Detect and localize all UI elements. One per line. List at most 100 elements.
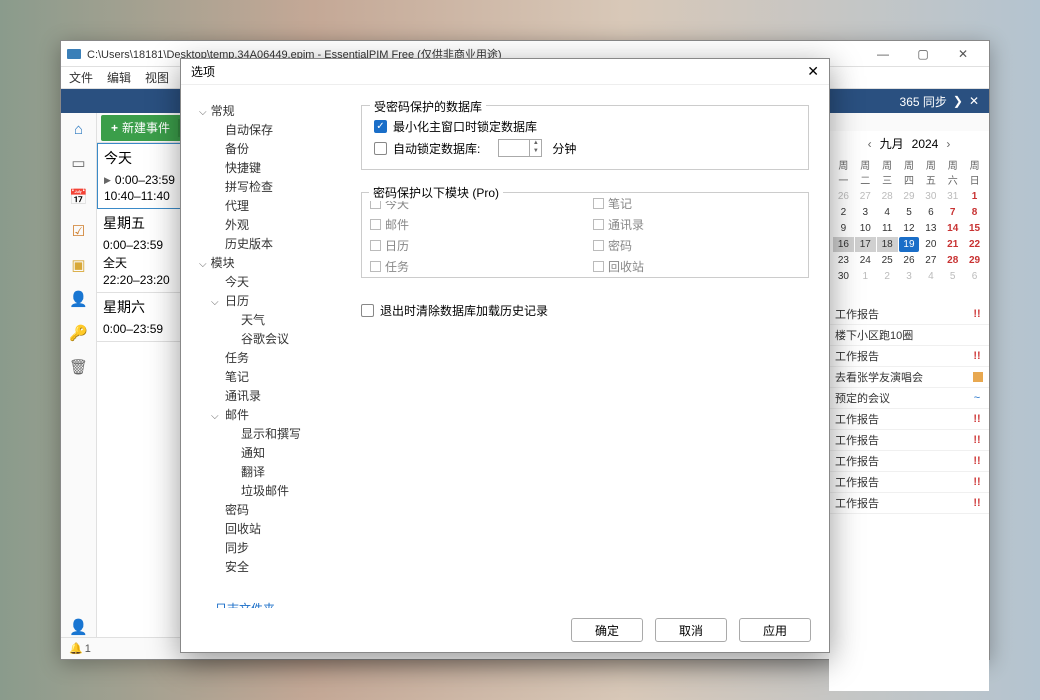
card-icon[interactable]: ▭ (69, 153, 89, 173)
task-row[interactable]: 工作报告!! (829, 304, 989, 325)
cal-next-icon[interactable]: › (946, 137, 950, 151)
module-checkbox[interactable] (593, 261, 604, 272)
tree-item[interactable]: 翻译 (199, 462, 343, 481)
cal-day[interactable]: 23 (833, 253, 854, 268)
tree-mail[interactable]: 邮件 (199, 405, 343, 424)
tree-item[interactable]: 显示和撰写 (199, 424, 343, 443)
tree-trash[interactable]: 回收站 (199, 519, 343, 538)
cal-day[interactable]: 30 (833, 269, 854, 284)
cal-day[interactable]: 14 (942, 221, 963, 236)
task-row[interactable]: 预定的会议~ (829, 388, 989, 409)
task-row[interactable]: 工作报告!! (829, 451, 989, 472)
tree-item[interactable]: 拼写检查 (199, 177, 343, 196)
cal-day[interactable]: 5 (942, 269, 963, 284)
user-icon[interactable]: 👤 (69, 617, 89, 637)
cal-day[interactable]: 18 (877, 237, 898, 252)
tree-calendar[interactable]: 日历 (199, 291, 343, 310)
cal-day[interactable]: 4 (877, 205, 898, 220)
close-button[interactable]: ✕ (943, 47, 983, 61)
cal-day[interactable]: 2 (877, 269, 898, 284)
menu-edit[interactable]: 编辑 (107, 69, 131, 86)
task-row[interactable]: 去看张学友演唱会 (829, 367, 989, 388)
trash-icon[interactable]: 🗑 (69, 357, 89, 377)
check-icon[interactable]: ☑ (69, 221, 89, 241)
tree-general[interactable]: 常规 (199, 101, 343, 120)
tree-modules[interactable]: 模块 (199, 253, 343, 272)
task-row[interactable]: 工作报告!! (829, 409, 989, 430)
cal-day[interactable]: 19 (899, 237, 920, 252)
tree-item[interactable]: 备份 (199, 139, 343, 158)
cal-day[interactable]: 27 (920, 253, 941, 268)
tree-tasks[interactable]: 任务 (199, 348, 343, 367)
minutes-spinner[interactable]: ▲▼ (498, 139, 542, 157)
tree-password[interactable]: 密码 (199, 500, 343, 519)
cal-day[interactable]: 6 (920, 205, 941, 220)
bell-icon[interactable]: 🔔 (69, 642, 83, 655)
cancel-button[interactable]: 取消 (655, 618, 727, 642)
checkbox-autolock[interactable] (374, 142, 387, 155)
minimize-button[interactable]: — (863, 47, 903, 61)
tree-notes[interactable]: 笔记 (199, 367, 343, 386)
tree-item[interactable]: 自动保存 (199, 120, 343, 139)
module-checkbox[interactable] (593, 198, 604, 209)
cal-day[interactable]: 29 (899, 189, 920, 204)
tree-item[interactable]: 通知 (199, 443, 343, 462)
task-row[interactable]: 工作报告!! (829, 472, 989, 493)
cal-day[interactable]: 6 (964, 269, 985, 284)
cal-day[interactable]: 16 (833, 237, 854, 252)
module-checkbox[interactable] (593, 240, 604, 251)
cal-day[interactable]: 24 (855, 253, 876, 268)
cal-day[interactable]: 4 (920, 269, 941, 284)
dialog-close-icon[interactable]: ✕ (807, 63, 819, 80)
cal-day[interactable]: 1 (964, 189, 985, 204)
tree-item[interactable]: 谷歌会议 (199, 329, 343, 348)
apply-button[interactable]: 应用 (739, 618, 811, 642)
cal-day[interactable]: 7 (942, 205, 963, 220)
chevron-right-icon[interactable]: ❯ (953, 94, 963, 108)
tree-contacts[interactable]: 通讯录 (199, 386, 343, 405)
cal-day[interactable]: 27 (855, 189, 876, 204)
cal-day[interactable]: 25 (877, 253, 898, 268)
cal-day[interactable]: 8 (964, 205, 985, 220)
cal-day[interactable]: 29 (964, 253, 985, 268)
cal-day[interactable]: 12 (899, 221, 920, 236)
cal-day[interactable]: 30 (920, 189, 941, 204)
tree-sync[interactable]: 同步 (199, 538, 343, 557)
menu-file[interactable]: 文件 (69, 69, 93, 86)
tree-item[interactable]: 代理 (199, 196, 343, 215)
checkbox-clear-history[interactable] (361, 304, 374, 317)
note-icon[interactable]: ▣ (69, 255, 89, 275)
cal-day[interactable]: 5 (899, 205, 920, 220)
cal-day[interactable]: 17 (855, 237, 876, 252)
menu-view[interactable]: 视图 (145, 69, 169, 86)
calendar-icon[interactable]: 📅 (69, 187, 89, 207)
cal-day[interactable]: 20 (920, 237, 941, 252)
task-row[interactable]: 工作报告!! (829, 493, 989, 514)
task-row[interactable]: 工作报告!! (829, 430, 989, 451)
tree-item[interactable]: 历史版本 (199, 234, 343, 253)
tree-item[interactable]: 外观 (199, 215, 343, 234)
tree-item[interactable]: 快捷键 (199, 158, 343, 177)
tree-item[interactable]: 垃圾邮件 (199, 481, 343, 500)
cal-day[interactable]: 1 (855, 269, 876, 284)
cal-day[interactable]: 11 (877, 221, 898, 236)
tree-today[interactable]: 今天 (199, 272, 343, 291)
checkbox-lock-on-minimize[interactable]: ✓ (374, 120, 387, 133)
cal-day[interactable]: 15 (964, 221, 985, 236)
maximize-button[interactable]: ▢ (903, 47, 943, 61)
cal-day[interactable]: 21 (942, 237, 963, 252)
cal-day[interactable]: 28 (942, 253, 963, 268)
task-row[interactable]: 楼下小区跑10圈 (829, 325, 989, 346)
tree-item[interactable]: 天气 (199, 310, 343, 329)
module-checkbox[interactable] (370, 240, 381, 251)
key-icon[interactable]: 🔑 (69, 323, 89, 343)
cal-day[interactable]: 9 (833, 221, 854, 236)
log-folder-link[interactable]: 日志文件夹 (199, 600, 343, 608)
module-checkbox[interactable] (593, 219, 604, 230)
cal-day[interactable]: 26 (833, 189, 854, 204)
module-checkbox[interactable] (370, 261, 381, 272)
home-icon[interactable]: ⌂ (69, 119, 89, 139)
module-checkbox[interactable] (370, 219, 381, 230)
contacts-icon[interactable]: 👤 (69, 289, 89, 309)
cal-prev-icon[interactable]: ‹ (868, 137, 872, 151)
